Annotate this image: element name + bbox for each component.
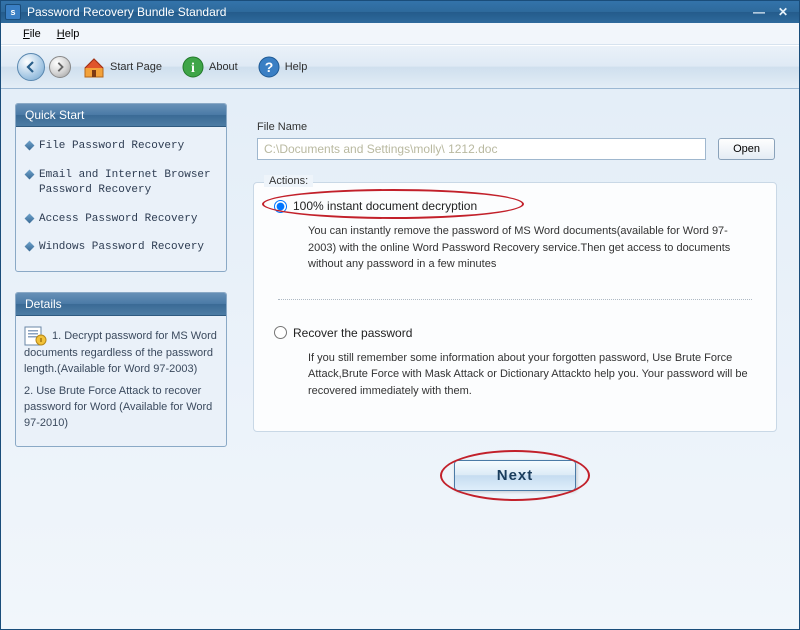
separator <box>278 299 752 300</box>
minimize-button[interactable]: ― <box>747 4 771 20</box>
main-content: File Name Open Actions: 100% instant doc… <box>245 103 785 599</box>
details-text-2: 2. Use Brute Force Attack to recover pas… <box>24 385 212 429</box>
actions-group: Actions: 100% instant document decryptio… <box>253 182 777 432</box>
svg-text:?: ? <box>264 59 273 75</box>
info-icon: i <box>180 54 206 80</box>
svg-text:i: i <box>191 61 195 76</box>
details-text-1: 1. Decrypt password for MS Word document… <box>24 330 217 375</box>
diamond-icon <box>25 213 35 223</box>
start-page-button[interactable]: Start Page <box>81 54 162 80</box>
radio-instant-decryption[interactable] <box>274 200 287 213</box>
start-page-label: Start Page <box>110 61 162 73</box>
diamond-icon <box>25 242 35 252</box>
sidebar: Quick Start File Password Recovery Email… <box>15 103 227 599</box>
details-header: Details <box>16 293 226 316</box>
filename-label: File Name <box>257 121 785 133</box>
actions-legend: Actions: <box>264 175 313 187</box>
diamond-icon <box>25 169 35 179</box>
titlebar[interactable]: s Password Recovery Bundle Standard ― ✕ <box>1 1 799 23</box>
sidebar-item-file-recovery[interactable]: File Password Recovery <box>26 139 216 154</box>
radio-recover-label[interactable]: Recover the password <box>293 326 412 340</box>
filename-input[interactable] <box>257 138 706 160</box>
menu-file[interactable]: File <box>15 25 49 43</box>
arrow-right-icon <box>55 62 65 72</box>
radio-instant-label[interactable]: 100% instant document decryption <box>293 199 477 213</box>
nav-forward-button[interactable] <box>49 56 71 78</box>
menu-help[interactable]: Help <box>49 25 88 43</box>
body-area: Quick Start File Password Recovery Email… <box>1 89 799 629</box>
help-button[interactable]: ? Help <box>256 54 308 80</box>
recover-password-desc: If you still remember some information a… <box>308 350 754 400</box>
diamond-icon <box>25 141 35 151</box>
menubar: File Help <box>1 23 799 45</box>
radio-recover-password[interactable] <box>274 326 287 339</box>
next-button[interactable]: Next <box>454 460 577 491</box>
arrow-left-icon <box>25 61 37 73</box>
sidebar-item-windows-recovery[interactable]: Windows Password Recovery <box>26 240 216 255</box>
details-panel: Details 1. Decrypt password for MS Word … <box>15 292 227 447</box>
sidebar-item-access-recovery[interactable]: Access Password Recovery <box>26 212 216 227</box>
toolbar: Start Page i About ? Help <box>1 45 799 89</box>
nav-back-button[interactable] <box>17 53 45 81</box>
window-title: Password Recovery Bundle Standard <box>27 5 226 19</box>
close-button[interactable]: ✕ <box>771 4 795 20</box>
word-doc-icon <box>24 326 48 346</box>
help-label: Help <box>285 61 308 73</box>
open-button[interactable]: Open <box>718 138 775 160</box>
instant-decryption-desc: You can instantly remove the password of… <box>308 223 754 273</box>
about-label: About <box>209 61 238 73</box>
quickstart-panel: Quick Start File Password Recovery Email… <box>15 103 227 272</box>
quickstart-header: Quick Start <box>16 104 226 127</box>
help-icon: ? <box>256 54 282 80</box>
about-button[interactable]: i About <box>180 54 238 80</box>
sidebar-item-email-recovery[interactable]: Email and Internet Browser Password Reco… <box>26 168 216 198</box>
app-icon: s <box>5 4 21 20</box>
app-window: s Password Recovery Bundle Standard ― ✕ … <box>0 0 800 630</box>
home-icon <box>81 54 107 80</box>
